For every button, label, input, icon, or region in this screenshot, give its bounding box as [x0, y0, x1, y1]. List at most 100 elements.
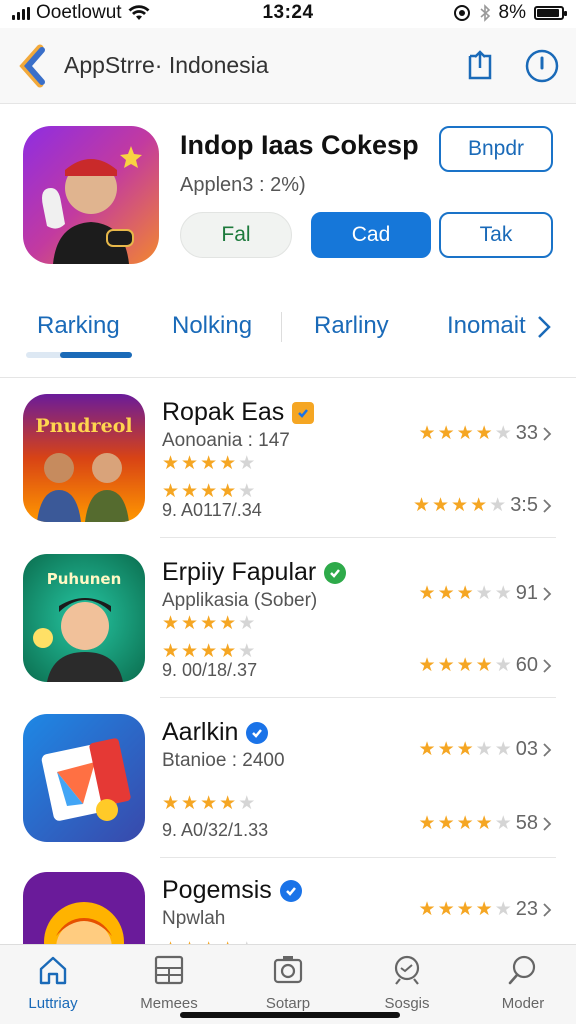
tab-rarliny[interactable]: Rarliny	[314, 312, 389, 340]
star-icon: ★	[200, 641, 218, 662]
item-title-text: Erpiiy Fapular	[162, 558, 317, 586]
tabbar-label: Luttriay	[28, 995, 78, 1012]
tabbar-item-moder[interactable]: Moder	[478, 953, 568, 1012]
rating-stars: ★★★★★	[418, 654, 512, 676]
at-icon	[453, 5, 470, 21]
app-icon[interactable]	[23, 126, 159, 264]
star-icon: ★	[219, 641, 237, 662]
star-icon: ★	[437, 738, 455, 760]
rating-top[interactable]: ★ ★ ★ ★ ★ 91	[419, 582, 552, 605]
back-chevron-icon[interactable]	[16, 44, 56, 88]
rating-value: 58	[515, 812, 538, 834]
star-icon: ★	[437, 812, 455, 834]
star-icon: ★	[219, 481, 237, 502]
bottom-tab-bar: Luttriay Memees Sotarp Sosgis Moder	[0, 944, 576, 1024]
star-icon: ★	[219, 793, 237, 814]
star-icon: ★	[456, 898, 474, 920]
secondary-button[interactable]: Fal	[180, 212, 292, 258]
list-item[interactable]: Pnudreol Ropak Eas Aonoania : 147 ★ ★ ★ ★ ★ …	[0, 380, 576, 538]
wifi-icon	[128, 5, 150, 20]
nav-bar: AppStrre· Indonesia	[0, 28, 576, 104]
star-icon: ★	[200, 613, 218, 634]
star-icon: ★	[456, 738, 474, 760]
list-item[interactable]: Aarlkin Btanioe : 2400 ★ ★ ★ ★ ★ 9. A0/32/1.…	[0, 700, 576, 858]
item-title-text: Aarlkin	[162, 718, 239, 746]
item-subtitle: Btanioe : 2400	[162, 750, 285, 771]
star-icon: ★	[456, 422, 474, 444]
star-icon: ★	[181, 453, 199, 474]
magnifier-icon	[508, 955, 536, 985]
star-icon: ★	[238, 793, 256, 814]
rating-stars: ★★★★★	[162, 454, 255, 474]
tabbar-label: Memees	[140, 995, 198, 1012]
star-icon: ★	[437, 654, 455, 676]
star-icon: ★	[489, 494, 507, 516]
tab-indicator	[60, 352, 132, 358]
item-meta: 9. A0/32/1.33	[162, 820, 269, 840]
divider	[160, 697, 556, 698]
rating-top[interactable]: ★ ★ ★ ★ ★ 03	[419, 738, 552, 761]
item-title: Aarlkin	[162, 718, 269, 747]
star-icon: ★	[219, 613, 237, 634]
rating-top[interactable]: ★ ★ ★ ★ ★ 23	[419, 898, 552, 921]
rating-value: 3:5	[510, 494, 538, 516]
tabbar-item-memees[interactable]: Memees	[124, 953, 214, 1012]
bluetooth-icon	[480, 4, 490, 22]
star-icon: ★	[475, 582, 493, 604]
item-title: Erpiiy Fapular	[162, 558, 347, 587]
tab-inomait[interactable]: Inomait	[447, 312, 526, 340]
tabbar-item-sotarp[interactable]: Sotarp	[243, 953, 333, 1012]
list-item[interactable]: Pogemsis Npwlah ★★★★★ ★★★★★ 23	[0, 858, 576, 946]
chevron-right-icon	[543, 498, 552, 513]
battery-icon	[534, 6, 567, 20]
item-meta: 9. 00/18/.37	[162, 660, 258, 680]
tabbar-label: Moder	[501, 995, 545, 1012]
tab-nolking[interactable]: Nolking	[172, 312, 252, 340]
star-icon: ★	[494, 812, 512, 834]
app-header: Indop Iaas Cokesp Applen3 : 2%) Bnpdr Fa…	[0, 120, 576, 280]
rating-bottom[interactable]: ★ ★ ★ ★ ★ 60	[419, 654, 552, 677]
star-icon: ★	[181, 641, 199, 662]
top-right-button[interactable]: Bnpdr	[439, 126, 553, 172]
star-icon: ★	[238, 641, 256, 662]
star-icon: ★	[475, 898, 493, 920]
star-icon: ★	[494, 898, 512, 920]
share-icon[interactable]	[462, 48, 498, 84]
chevron-right-icon	[543, 426, 552, 441]
status-left: Ooetlowut	[12, 2, 212, 24]
tabbar-item-sosgis[interactable]: Sosgis	[362, 953, 452, 1012]
rating-top[interactable]: ★ ★ ★ ★ ★ 33	[419, 422, 552, 445]
app-title: Indop Iaas Cokesp	[180, 130, 419, 160]
star-icon: ★	[437, 582, 455, 604]
rating-bottom[interactable]: ★ ★ ★ ★ ★ 3:5	[413, 494, 552, 517]
star-icon: ★	[451, 494, 469, 516]
star-icon: ★	[432, 494, 450, 516]
rating-stars: ★★★★★	[162, 794, 255, 814]
nav-title: AppStrre· Indonesia	[64, 52, 269, 78]
rating-value: 03	[515, 738, 538, 760]
chevron-right-icon[interactable]	[536, 314, 552, 340]
rating-value: 91	[515, 582, 538, 604]
star-icon: ★	[475, 812, 493, 834]
chevron-right-icon	[543, 816, 552, 831]
rating-bottom[interactable]: ★ ★ ★ ★ ★ 58	[419, 812, 552, 835]
tab-ranking[interactable]: Rarking	[37, 312, 120, 340]
app-subtitle: Applen3 : 2%)	[180, 174, 306, 196]
home-indicator	[180, 1012, 400, 1018]
chevron-right-icon	[543, 742, 552, 757]
star-icon: ★	[418, 654, 436, 676]
outline-button[interactable]: Tak	[439, 212, 553, 258]
star-icon: ★	[456, 582, 474, 604]
star-icon: ★	[494, 654, 512, 676]
star-icon: ★	[181, 481, 199, 502]
rating-stars: ★★★★★	[419, 898, 512, 920]
list-item[interactable]: Puhunen Erpiiy Fapular Applikasia (Sober…	[0, 540, 576, 698]
star-icon: ★	[470, 494, 488, 516]
item-title: Ropak Eas	[162, 398, 315, 427]
item-subtitle: Npwlah	[162, 908, 226, 929]
verified-badge-icon	[246, 721, 269, 744]
tabbar-item-luttriay[interactable]: Luttriay	[8, 953, 98, 1012]
info-icon[interactable]	[524, 48, 560, 84]
get-button[interactable]: Cad	[311, 212, 431, 258]
battery-level	[537, 9, 559, 17]
